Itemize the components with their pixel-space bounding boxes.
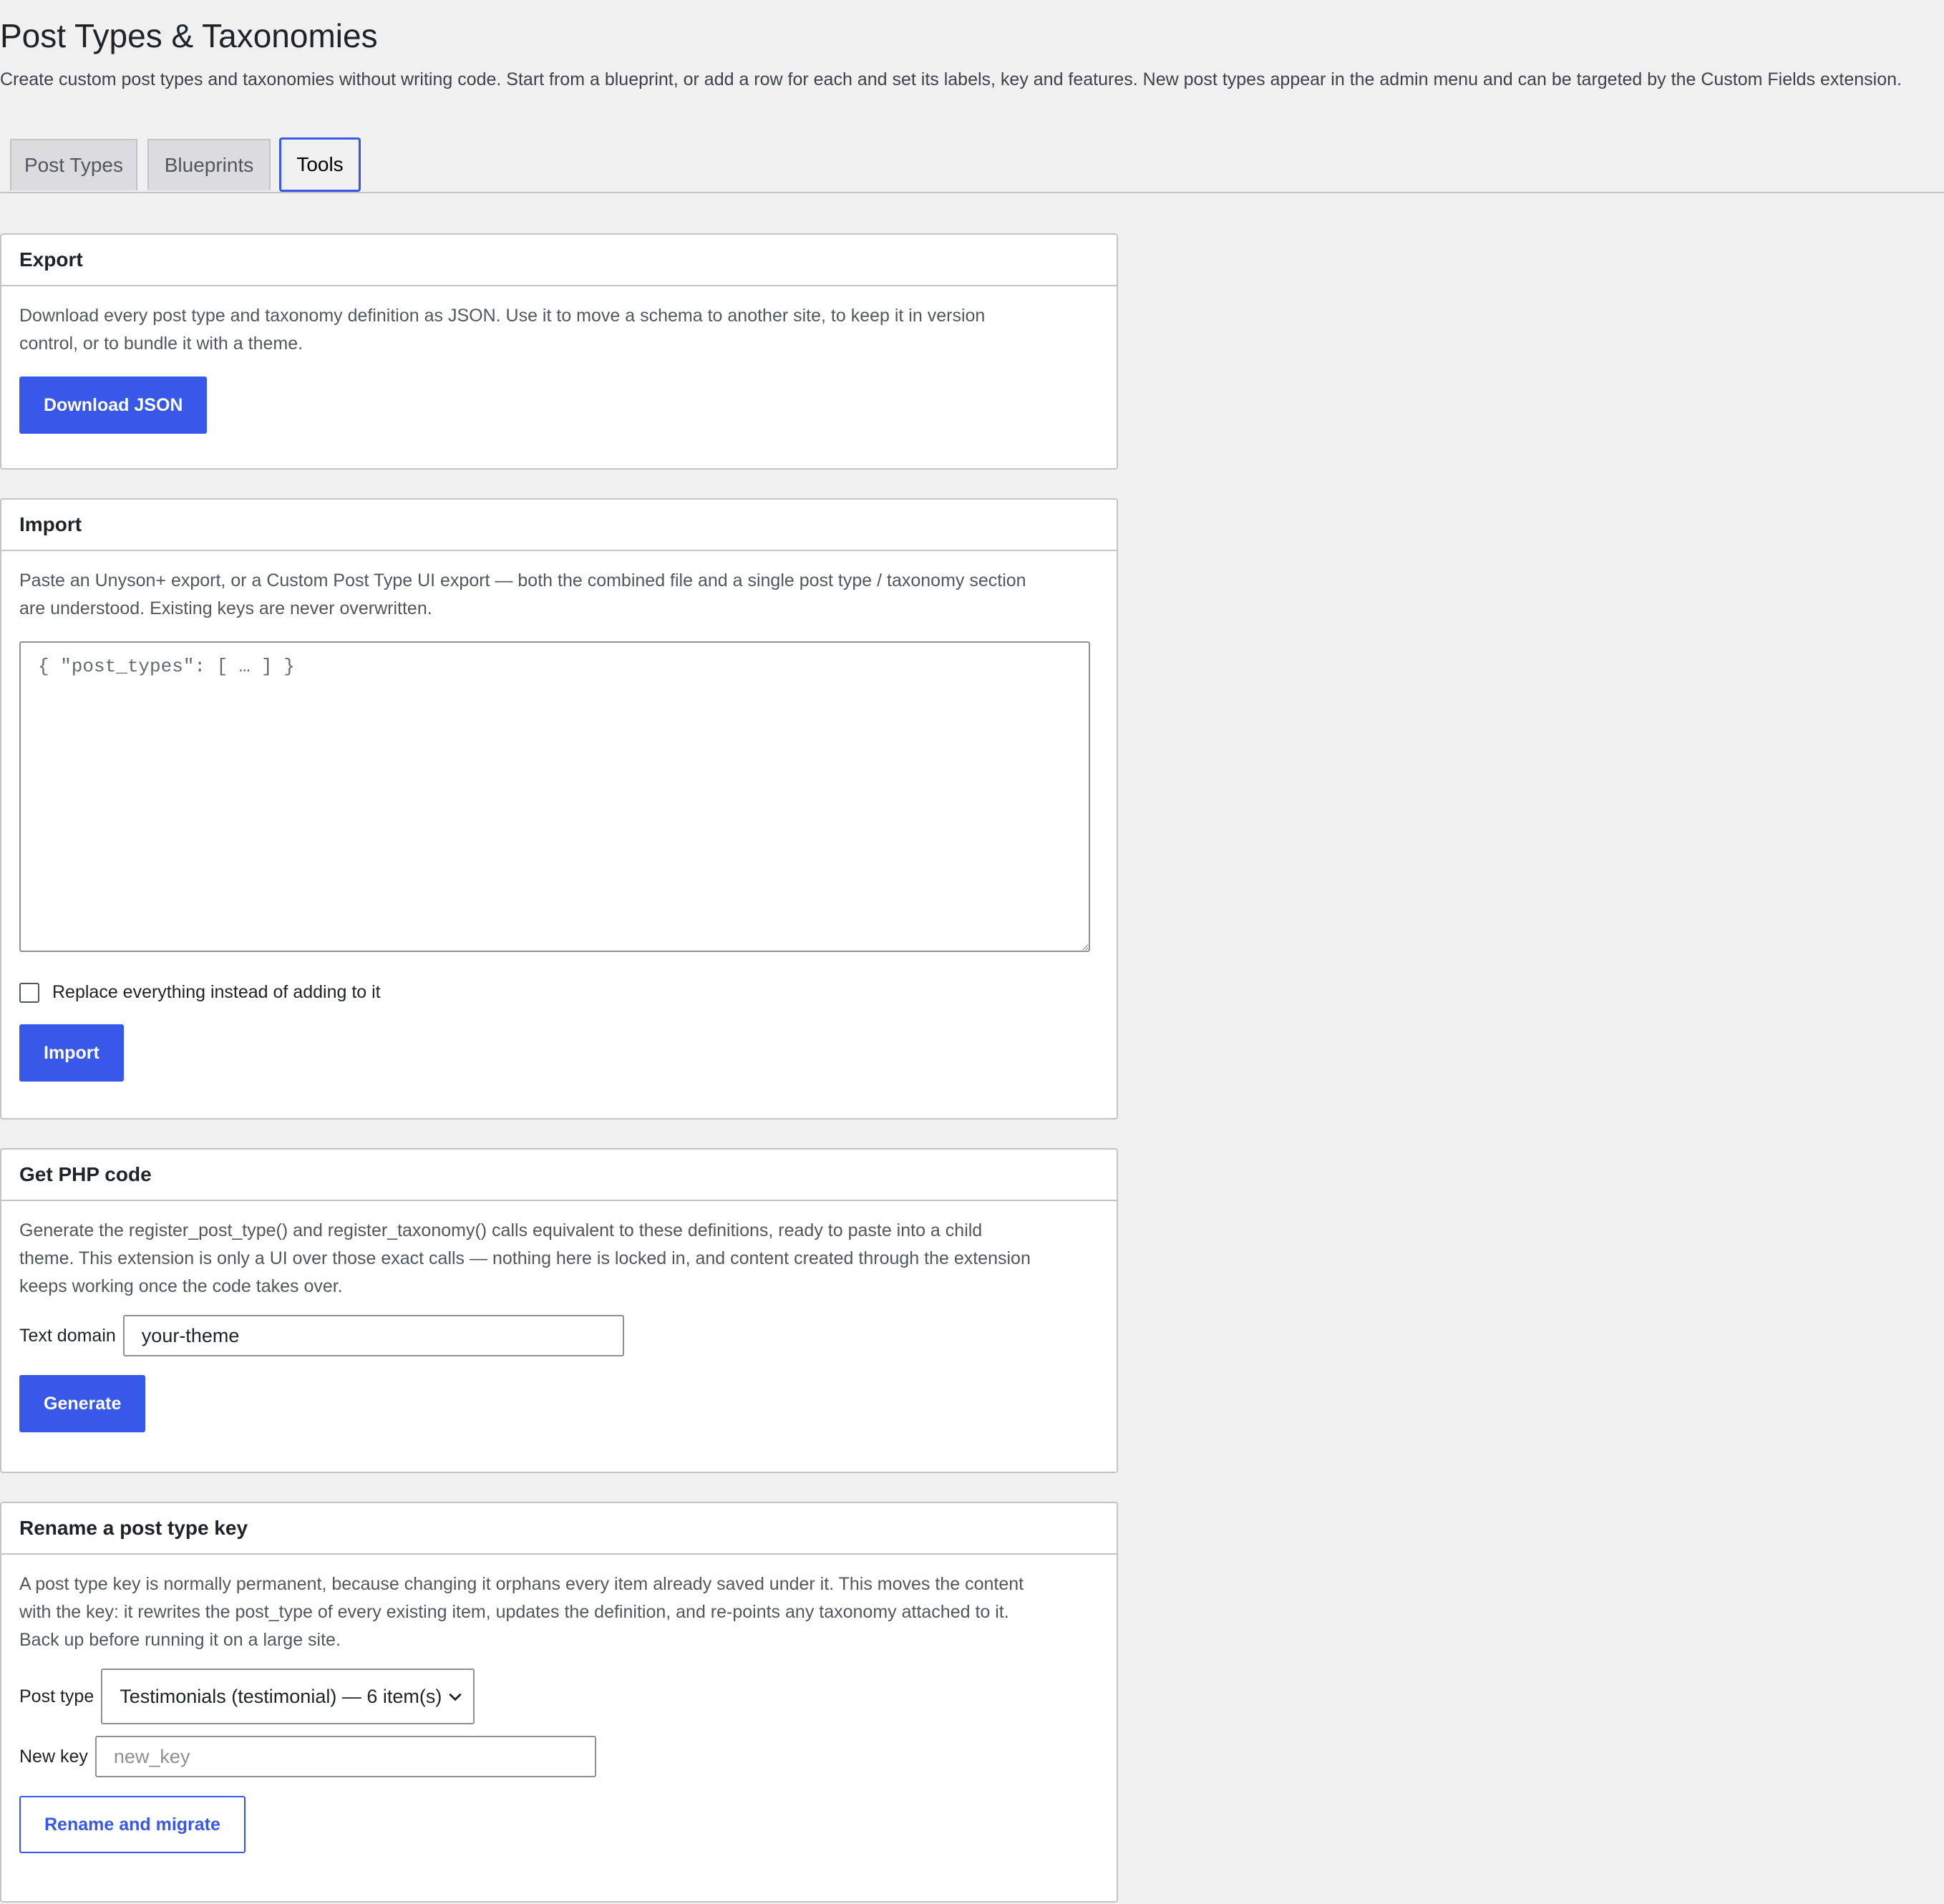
php-title: Get PHP code [1, 1150, 1117, 1201]
text-domain-row: Text domain [19, 1315, 1099, 1356]
import-json-textarea[interactable] [19, 641, 1090, 952]
php-card: Get PHP code Generate the register_post_… [0, 1148, 1118, 1473]
import-description: Paste an Unyson+ export, or a Custom Pos… [19, 570, 1026, 618]
rename-body: A post type key is normally permanent, b… [1, 1570, 1117, 1853]
rename-description: A post type key is normally permanent, b… [19, 1574, 1024, 1650]
rename-title: Rename a post type key [1, 1503, 1117, 1555]
tab-tools[interactable]: Tools [279, 137, 361, 192]
new-key-row: New key [19, 1736, 1099, 1777]
page-root: Post Types & Taxonomies Create custom po… [0, 0, 1944, 1904]
new-key-label: New key [19, 1746, 88, 1767]
export-card: Export Download every post type and taxo… [0, 233, 1118, 470]
replace-everything-label: Replace everything instead of adding to … [52, 982, 381, 1002]
post-type-label: Post type [19, 1686, 94, 1706]
replace-everything-checkbox[interactable] [19, 982, 39, 1003]
import-card: Import Paste an Unyson+ export, or a Cus… [0, 498, 1118, 1119]
import-title: Import [1, 500, 1117, 551]
php-body: Generate the register_post_type() and re… [1, 1217, 1117, 1432]
tab-blueprints[interactable]: Blueprints [147, 139, 271, 190]
post-type-select[interactable]: Testimonials (testimonial) — 6 item(s) [101, 1669, 475, 1724]
post-type-selected-value: Testimonials (testimonial) — 6 item(s) [120, 1685, 442, 1707]
new-key-input[interactable] [94, 1736, 596, 1777]
text-domain-input[interactable] [122, 1315, 624, 1356]
php-description: Generate the register_post_type() and re… [19, 1220, 1031, 1296]
text-domain-label: Text domain [19, 1325, 116, 1346]
page-title: Post Types & Taxonomies [0, 17, 378, 54]
tab-bar: Post Types Blueprints Tools [0, 137, 1944, 193]
rename-and-migrate-button[interactable]: Rename and migrate [19, 1796, 246, 1853]
import-button[interactable]: Import [19, 1024, 124, 1082]
replace-everything-row: Replace everything instead of adding to … [19, 982, 1099, 1003]
chevron-down-icon [449, 1693, 462, 1701]
page-intro: Create custom post types and taxonomies … [0, 69, 1902, 89]
export-body: Download every post type and taxonomy de… [1, 302, 1117, 434]
download-json-button[interactable]: Download JSON [19, 377, 208, 434]
export-description: Download every post type and taxonomy de… [19, 306, 986, 354]
export-title: Export [1, 235, 1117, 286]
post-type-row: Post type Testimonials (testimonial) — 6… [19, 1669, 1099, 1724]
generate-button[interactable]: Generate [19, 1375, 146, 1432]
import-body: Paste an Unyson+ export, or a Custom Pos… [1, 567, 1117, 1082]
tab-post-types[interactable]: Post Types [10, 139, 137, 190]
rename-card: Rename a post type key A post type key i… [0, 1502, 1118, 1903]
